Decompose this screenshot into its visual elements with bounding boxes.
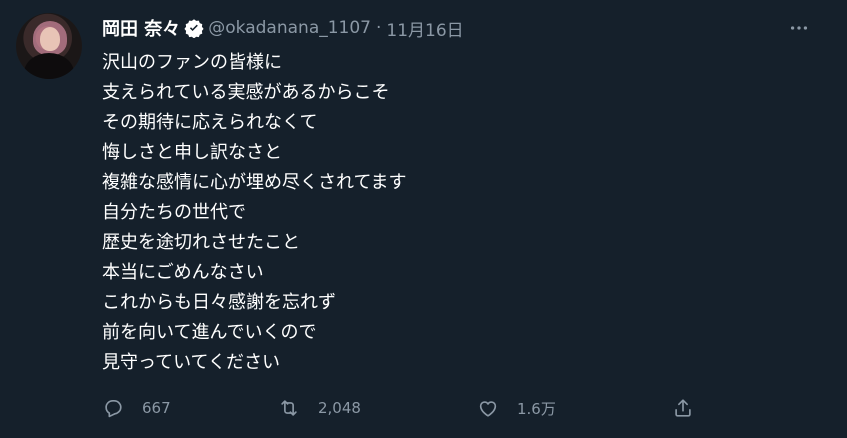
share-icon (675, 399, 691, 417)
reply-button[interactable]: 667 (102, 394, 171, 422)
author-name[interactable]: 岡田 奈々 (102, 15, 180, 41)
author-handle[interactable]: @okadanana_1107 (208, 18, 371, 38)
tweet-line: その期待に応えられなくて (102, 112, 318, 133)
share-button[interactable] (672, 394, 694, 422)
avatar-face (40, 27, 60, 51)
tweet-line: これからも日々感謝を忘れず (102, 292, 336, 313)
tweet-line: 自分たちの世代で (102, 202, 246, 223)
tweet-line: 見守っていてください (102, 352, 281, 373)
retweet-button[interactable]: 2,048 (278, 394, 361, 422)
tweet-line: 沢山のファンの皆様に (102, 52, 282, 73)
tweet-line: 前を向いて進んでいくので (102, 322, 317, 343)
tweet-line: 悔しさと申し訳なさと (102, 142, 282, 163)
reply-icon (105, 400, 122, 418)
verified-badge-icon (184, 18, 204, 39)
like-count: 1.6万 (517, 399, 556, 418)
tweet-line: 支えられている実感があるからこそ (102, 82, 390, 103)
avatar-body (24, 53, 74, 79)
retweet-count: 2,048 (318, 399, 361, 417)
tweet-line: 歴史を途切れさせたこと (102, 232, 300, 253)
separator-dot: · (376, 18, 382, 38)
reply-count: 667 (142, 399, 171, 417)
tweet-date[interactable]: 11月16日 (386, 16, 463, 41)
tweet-line: 複雑な感情に心が埋め尽くされてます (102, 172, 407, 193)
more-dots-icon[interactable] (787, 16, 811, 40)
tweet-text: 沢山のファンの皆様に 支えられている実感があるからこそ その期待に応えられなくて… (102, 48, 802, 378)
tweet-actions: 667 2,048 1.6万 (100, 394, 700, 422)
like-button[interactable]: 1.6万 (477, 394, 556, 422)
retweet-icon (281, 400, 297, 416)
avatar[interactable] (16, 13, 82, 79)
tweet-header: 岡田 奈々 @okadanana_1107 · 11月16日 (102, 15, 464, 41)
tweet-line: 本当にごめんなさい (102, 262, 264, 283)
heart-icon (479, 401, 497, 417)
